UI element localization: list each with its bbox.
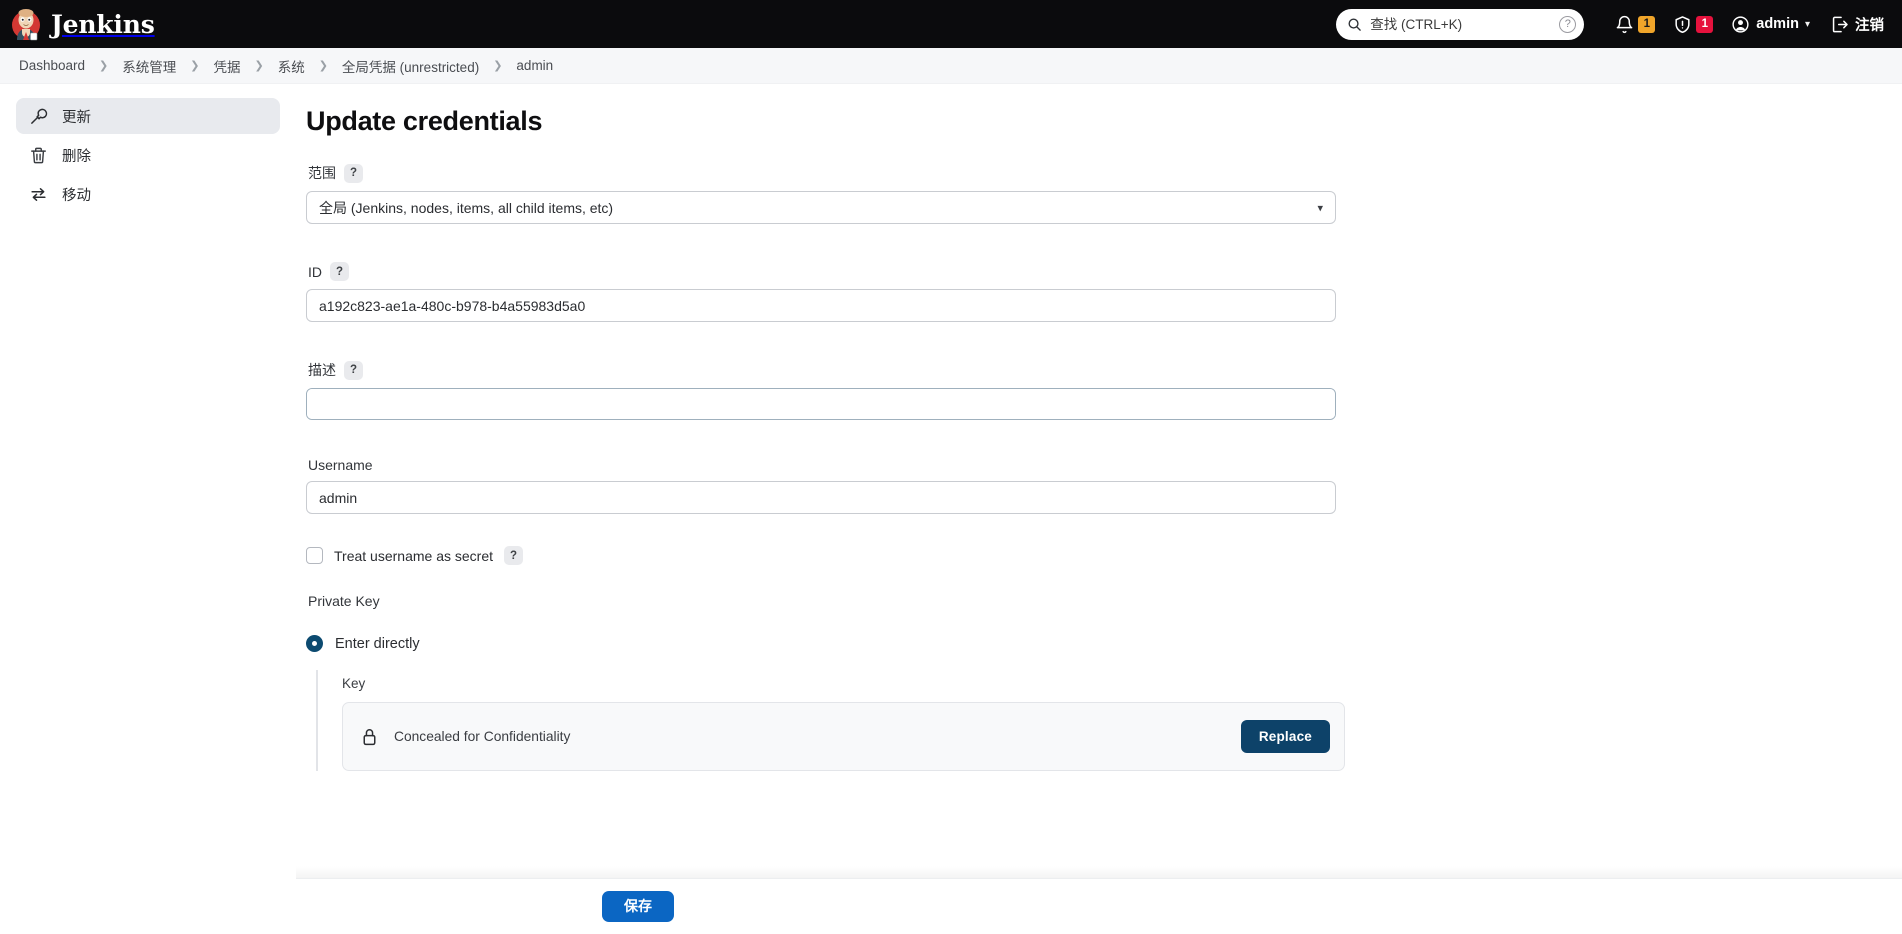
sidebar-item-move[interactable]: 移动 <box>16 176 280 212</box>
logout-label: 注销 <box>1855 17 1884 34</box>
concealed-secret-panel: Concealed for Confidentiality Replace <box>342 702 1345 771</box>
treat-username-as-secret-checkbox[interactable] <box>306 547 323 564</box>
save-button[interactable]: 保存 <box>602 890 674 922</box>
page-title: Update credentials <box>306 106 543 136</box>
breadcrumb-separator-icon: ❯ <box>318 60 328 72</box>
username-field: Username <box>306 457 1336 514</box>
id-label: ID <box>308 263 322 280</box>
search-help-icon[interactable]: ? <box>1559 15 1577 33</box>
id-help-icon[interactable]: ? <box>330 262 349 281</box>
bell-icon <box>1615 15 1634 34</box>
breadcrumb-item-dashboard[interactable]: Dashboard <box>14 56 90 75</box>
private-key-enter-directly-row[interactable]: Enter directly <box>306 635 1336 652</box>
scope-label-row: 范围 ? <box>308 163 1336 183</box>
scope-help-icon[interactable]: ? <box>344 163 363 183</box>
scope-select-wrapper: 全局 (Jenkins, nodes, items, all child ite… <box>306 191 1336 224</box>
main-content: Update credentials 范围 ? 全局 (Jenkins, nod… <box>296 84 1902 933</box>
enter-directly-radio[interactable] <box>306 635 323 652</box>
brand-title: Jenkins <box>51 9 155 39</box>
breadcrumb-item-system[interactable]: 系统 <box>273 54 310 78</box>
breadcrumb-separator-icon: ❯ <box>190 60 200 72</box>
user-menu-label: admin <box>1756 16 1799 32</box>
sidebar-item-label: 删除 <box>62 148 91 165</box>
lock-icon <box>359 726 380 747</box>
sidebar-item-label: 更新 <box>62 109 91 126</box>
sidebar-item-update[interactable]: 更新 <box>16 98 280 134</box>
wrench-icon <box>28 106 48 126</box>
security-warnings-button[interactable]: 1 <box>1664 0 1722 48</box>
form-submit-bar: 保存 CSDN @敲代码敲到头发茂密 <box>296 878 1902 933</box>
logout-button[interactable]: 注销 <box>1818 0 1888 48</box>
page-body: 更新 删除 移动 Update credentials 范围 ? 全局 (Jen… <box>0 84 1902 933</box>
concealed-secret-text: Concealed for Confidentiality <box>394 729 571 744</box>
transfer-arrows-icon <box>28 184 48 204</box>
jenkins-butler-logo <box>10 7 42 41</box>
id-input[interactable] <box>306 289 1336 322</box>
top-bar-right-cluster: ? 1 1 <box>1336 0 1888 48</box>
notifications-count-badge: 1 <box>1638 15 1656 33</box>
treat-username-as-secret-help-icon[interactable]: ? <box>504 546 523 565</box>
scope-label: 范围 <box>308 165 336 181</box>
description-field: 描述 ? <box>306 360 1336 425</box>
breadcrumb: Dashboard ❯ 系统管理 ❯ 凭据 ❯ 系统 ❯ 全局凭据 (unres… <box>0 48 1902 84</box>
breadcrumb-item-global-credentials[interactable]: 全局凭据 (unrestricted) <box>337 54 484 78</box>
scroll-shadow <box>296 866 1902 878</box>
sidebar-item-delete[interactable]: 删除 <box>16 137 280 173</box>
private-key-field: Private Key Enter directly Key Concealed… <box>306 593 1345 771</box>
id-label-row: ID ? <box>308 262 1336 281</box>
private-key-label: Private Key <box>308 593 380 609</box>
notifications-button[interactable]: 1 <box>1606 0 1664 48</box>
trash-icon <box>28 145 48 165</box>
username-input[interactable] <box>306 481 1336 514</box>
breadcrumb-item-credentials[interactable]: 凭据 <box>208 54 245 78</box>
description-label: 描述 <box>308 362 336 378</box>
jenkins-home-link[interactable]: Jenkins <box>10 7 155 41</box>
credentials-form: 范围 ? 全局 (Jenkins, nodes, items, all chil… <box>306 163 1345 835</box>
treat-username-as-secret-label: Treat username as secret <box>334 547 493 564</box>
user-circle-icon <box>1731 15 1750 34</box>
replace-key-button[interactable]: Replace <box>1240 720 1330 753</box>
logout-icon <box>1830 15 1849 34</box>
username-label: Username <box>308 457 373 473</box>
breadcrumb-separator-icon: ❯ <box>99 60 109 72</box>
shield-alert-icon <box>1673 15 1692 34</box>
top-navigation-bar: Jenkins ? 1 <box>0 0 1902 48</box>
scope-select[interactable]: 全局 (Jenkins, nodes, items, all child ite… <box>306 191 1336 224</box>
breadcrumb-item-manage-jenkins[interactable]: 系统管理 <box>117 54 181 78</box>
key-label: Key <box>342 676 366 691</box>
security-count-badge: 1 <box>1696 15 1714 33</box>
search-icon <box>1347 17 1362 32</box>
description-help-icon[interactable]: ? <box>344 360 363 380</box>
side-panel: 更新 删除 移动 <box>0 84 296 933</box>
description-label-row: 描述 ? <box>308 360 1336 380</box>
user-menu-button[interactable]: admin ▾ <box>1722 0 1818 48</box>
concealed-secret-info: Concealed for Confidentiality <box>359 726 1241 747</box>
scope-field: 范围 ? 全局 (Jenkins, nodes, items, all chil… <box>306 163 1336 224</box>
sidebar-item-label: 移动 <box>62 187 91 204</box>
breadcrumb-separator-icon: ❯ <box>493 60 503 72</box>
breadcrumb-item-admin[interactable]: admin <box>511 56 558 75</box>
search-box[interactable]: ? <box>1336 8 1585 40</box>
description-textarea[interactable] <box>306 388 1336 420</box>
breadcrumb-separator-icon: ❯ <box>254 60 264 72</box>
search-input[interactable] <box>1370 16 1552 32</box>
enter-directly-label: Enter directly <box>335 635 420 652</box>
id-field: ID ? <box>306 262 1336 322</box>
treat-username-as-secret-row[interactable]: Treat username as secret ? <box>306 546 1336 565</box>
private-key-nested-section: Key Concealed for Confidentiality Replac… <box>316 670 1345 771</box>
chevron-down-icon: ▾ <box>1804 18 1810 30</box>
